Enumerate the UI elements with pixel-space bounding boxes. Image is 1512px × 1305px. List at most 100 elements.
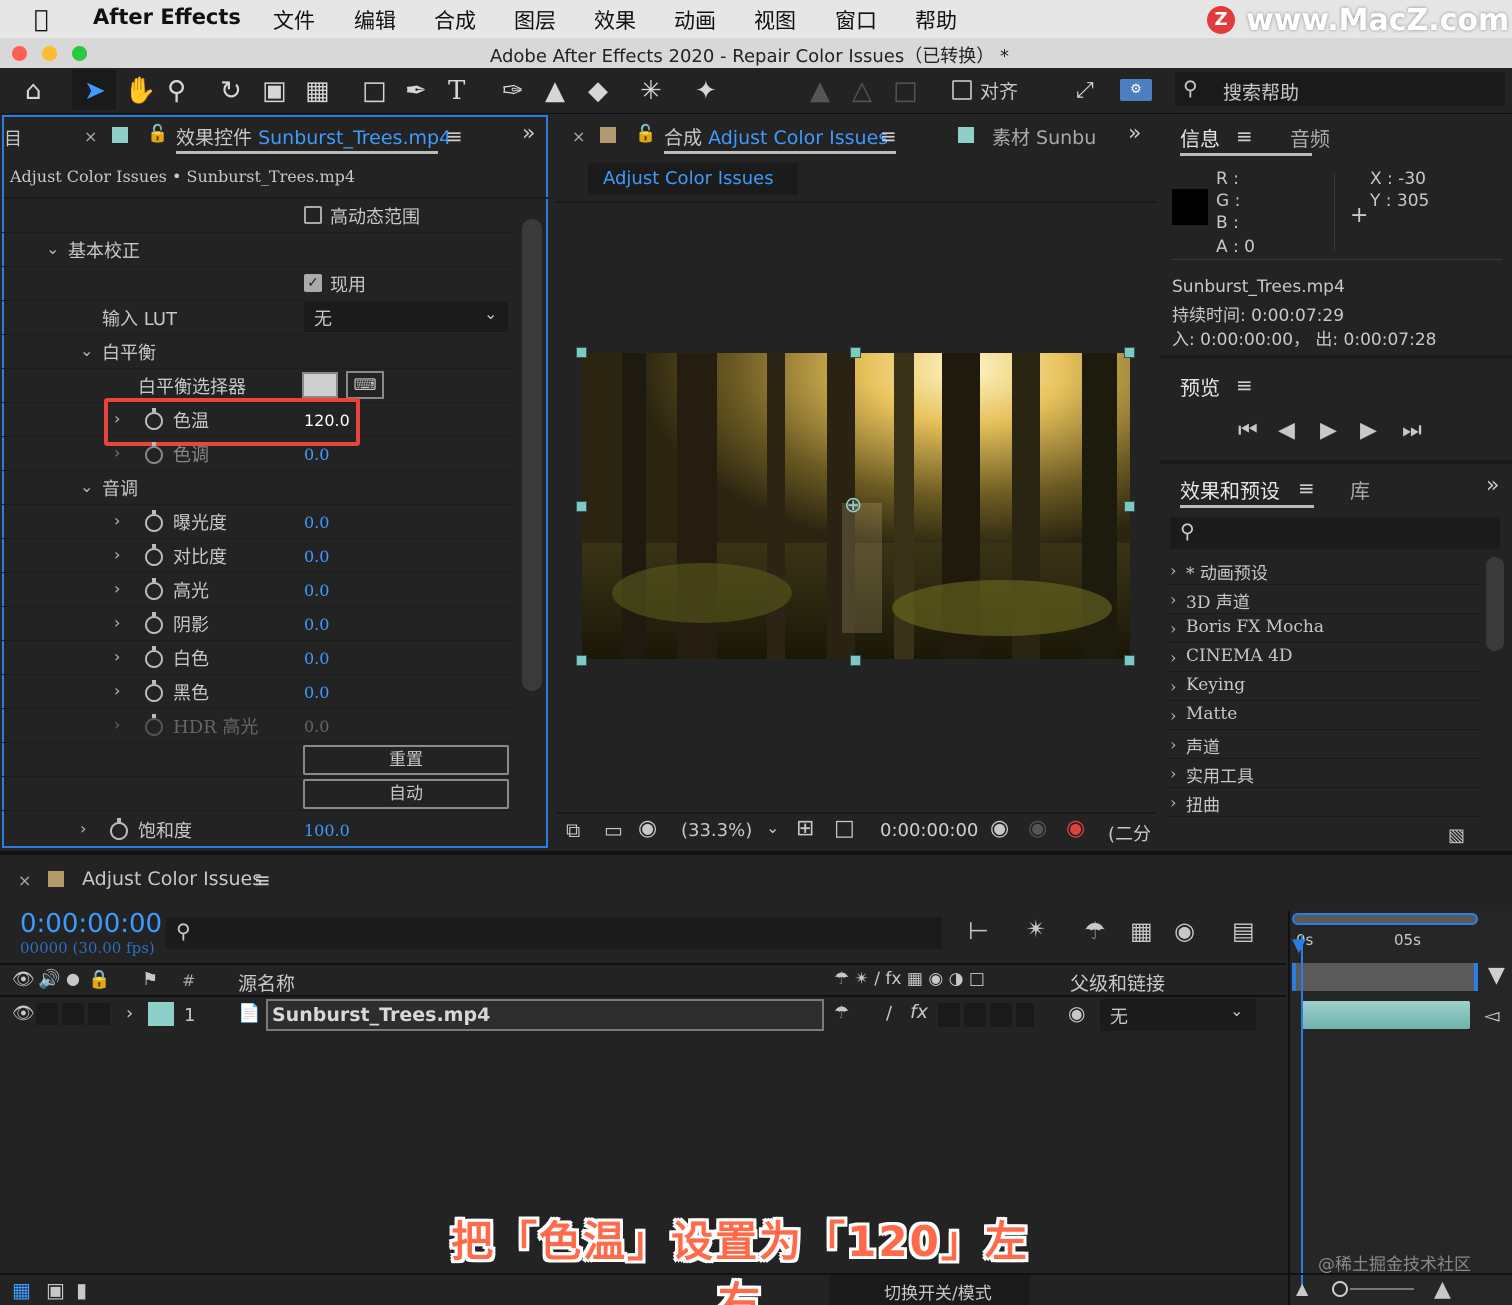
panel-menu-icon[interactable]: ≡ [446, 124, 463, 148]
time-ruler-area[interactable]: 0s 05s ▼ ▼ ◅ [1288, 911, 1512, 1305]
next-frame-icon[interactable]: ▶ [1360, 418, 1377, 443]
last-frame-icon[interactable]: ⏭ [1402, 418, 1422, 443]
close-tab-icon[interactable]: × [18, 871, 31, 890]
camera-snapshot-icon[interactable]: ◉ [990, 816, 1009, 841]
parent-header[interactable]: 父级和链接 [1070, 969, 1165, 996]
clone-stamp-tool-icon[interactable]: ▲ [545, 74, 565, 108]
comp-button-icon[interactable]: ◅ [1484, 1003, 1499, 1027]
chevron-right-icon[interactable]: › [114, 715, 120, 734]
reset-button[interactable]: 重置 [303, 745, 509, 775]
zoom-level[interactable]: (33.3%) [681, 820, 752, 841]
layer-duration-bar[interactable] [1302, 1001, 1470, 1029]
show-snapshot-icon[interactable]: ◉ [1028, 816, 1047, 841]
rotate-tool-icon[interactable]: ↻ [220, 74, 242, 108]
align-checkbox[interactable] [952, 80, 972, 100]
transform-handle[interactable] [1124, 501, 1135, 512]
effects-item[interactable]: › 3D 声道 [1166, 585, 1480, 614]
hand-tool-icon[interactable]: ✋ [124, 74, 156, 108]
region-of-interest-icon[interactable]: □ [834, 816, 855, 841]
monitor-icon[interactable]: ▭ [604, 818, 623, 842]
motion-blur-icon[interactable]: ◉ [1174, 917, 1195, 945]
playhead-icon[interactable]: ▼ [1292, 935, 1306, 956]
channel-icon[interactable]: ◉ [1066, 816, 1085, 841]
stopwatch-icon[interactable] [110, 818, 128, 840]
stopwatch-icon[interactable] [145, 510, 163, 532]
menu-layer[interactable]: 图层 [514, 5, 556, 35]
transform-handle[interactable] [1124, 347, 1135, 358]
home-icon[interactable]: ⌂ [25, 74, 42, 108]
roto-brush-tool-icon[interactable]: ✳ [640, 74, 662, 108]
transform-handle[interactable] [576, 347, 587, 358]
chevron-right-icon[interactable]: › [114, 545, 120, 564]
lock-icon[interactable]: 🔓 [635, 124, 656, 144]
shy-switch-icon[interactable]: ☂ [834, 1003, 849, 1023]
auto-button[interactable]: 自动 [303, 779, 509, 809]
chevron-right-icon[interactable]: › [114, 579, 120, 598]
selection-tool-icon[interactable]: ➤ [84, 74, 106, 108]
solo-switch[interactable] [62, 1003, 84, 1025]
panel-menu-stub[interactable]: 目 [4, 125, 22, 151]
effect-controls-scrollbar[interactable] [522, 219, 542, 691]
effects-item[interactable]: › 声道 [1166, 730, 1480, 759]
panel-menu-icon[interactable]: ≡ [1236, 373, 1253, 397]
contrast-value[interactable]: 0.0 [304, 547, 329, 566]
white-balance-row[interactable]: ⌄ 白平衡 [0, 335, 516, 369]
menu-window[interactable]: 窗口 [835, 5, 877, 35]
shy-layers-icon[interactable]: ☂ [1084, 917, 1106, 945]
menu-edit[interactable]: 编辑 [354, 5, 396, 35]
stopwatch-icon[interactable] [145, 646, 163, 668]
workspace-icon[interactable]: ⚙ [1120, 79, 1152, 101]
transform-handle[interactable] [1124, 655, 1135, 666]
saturation-value[interactable]: 100.0 [304, 821, 350, 840]
chevron-right-icon[interactable]: › [114, 613, 120, 632]
layer-name-field[interactable]: Sunburst_Trees.mp4 [266, 999, 824, 1031]
chevron-right-icon[interactable]: › [114, 681, 120, 700]
stopwatch-icon[interactable] [145, 578, 163, 600]
quality-switch-icon[interactable]: ∕ [886, 1003, 892, 1024]
comp-subtab[interactable]: Adjust Color Issues [588, 163, 798, 195]
effects-item[interactable]: › Keying [1166, 672, 1480, 701]
work-area-bar[interactable] [1292, 913, 1478, 925]
layer-row[interactable]: 👁 › 1 📄 Sunburst_Trees.mp4 ☂ ∕ fx ◉ 无 ⌄ [0, 999, 1286, 1033]
minimize-window-button[interactable] [42, 46, 57, 61]
resolution-label[interactable]: (二分 [1108, 820, 1151, 846]
stopwatch-icon[interactable] [145, 680, 163, 702]
composition-tab[interactable]: 合成 Adjust Color Issues [664, 123, 888, 150]
stopwatch-icon[interactable] [145, 442, 163, 464]
comp-mini-flowchart-icon[interactable]: ⊢ [968, 917, 989, 945]
close-tab-icon[interactable]: × [84, 127, 97, 146]
zoom-in-icon[interactable]: ▲ [1434, 1277, 1451, 1302]
layer-switches-toggle-icon[interactable]: ▦ [12, 1278, 31, 1302]
view-axis-icon[interactable]: □ [893, 74, 918, 108]
graph-editor-icon[interactable]: ▤ [1232, 917, 1255, 945]
menu-composition[interactable]: 合成 [434, 5, 476, 35]
lock-switch[interactable] [88, 1003, 110, 1025]
zoom-slider-track[interactable] [1350, 1288, 1414, 1290]
highlights-value[interactable]: 0.0 [304, 581, 329, 600]
timeline-tab[interactable]: Adjust Color Issues [82, 868, 262, 890]
snapshot-toggle-icon[interactable]: ⧉ [566, 818, 580, 842]
effects-presets-tab[interactable]: 效果和预设 [1180, 475, 1280, 504]
viewer-timecode[interactable]: 0:00:00:00 [880, 820, 978, 841]
chevron-right-icon[interactable]: › [114, 511, 120, 530]
chevron-down-icon[interactable]: ⌄ [80, 341, 93, 360]
panel-menu-icon[interactable]: ≡ [1298, 476, 1315, 500]
stopwatch-icon[interactable] [145, 612, 163, 634]
effects-item[interactable]: › 实用工具 [1166, 759, 1480, 788]
lock-icon[interactable]: 🔓 [147, 124, 168, 144]
label-tag-icon[interactable]: ⚑ [142, 969, 158, 990]
basic-correction-row[interactable]: ⌄ 基本校正 [0, 233, 516, 267]
effects-search-input[interactable]: ⚲ [1170, 517, 1500, 549]
timeline-search-input[interactable]: ⚲ [166, 917, 942, 949]
transform-handle[interactable] [850, 655, 861, 666]
layer-label-swatch[interactable] [148, 1002, 174, 1026]
eraser-tool-icon[interactable]: ◆ [588, 74, 608, 108]
puppet-pin-tool-icon[interactable]: ✦ [695, 74, 717, 108]
stopwatch-icon[interactable] [145, 544, 163, 566]
zoom-out-icon[interactable]: ▲ [1296, 1279, 1308, 1298]
draft-3d-icon[interactable]: ✴ [1026, 915, 1046, 943]
solo-icon[interactable]: ● [66, 969, 80, 988]
effect-controls-tab[interactable]: 效果控件 Sunburst_Trees.mp4 [176, 123, 451, 150]
audio-switch[interactable] [36, 1003, 58, 1025]
grid-toggle-icon[interactable]: ⊞ [796, 816, 814, 841]
